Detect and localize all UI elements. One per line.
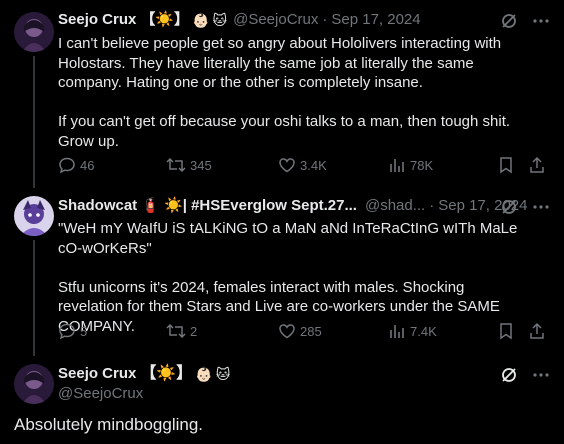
view-count: 78K <box>410 157 434 173</box>
views-button[interactable]: 78K <box>388 156 433 174</box>
tweet-actions: 5 2 285 7.4K <box>58 322 548 342</box>
repost-icon <box>166 322 186 340</box>
baby-emoji: 👶🏻 <box>195 366 213 382</box>
repost-button[interactable]: 345 <box>166 156 212 174</box>
repost-button[interactable]: 2 <box>166 322 197 340</box>
avatar[interactable] <box>14 364 54 404</box>
reply-count: 46 <box>80 157 95 173</box>
share-button[interactable] <box>528 322 546 340</box>
grok-icon[interactable] <box>500 12 518 35</box>
display-name[interactable]: Seejo Crux <box>58 10 136 30</box>
like-count: 285 <box>300 323 322 339</box>
separator: · <box>429 197 435 214</box>
thread-line <box>33 56 35 188</box>
handle[interactable]: @shad... <box>365 196 425 216</box>
reply-icon <box>58 156 76 174</box>
handle[interactable]: @SeejoCrux <box>233 10 318 30</box>
name-badges: 【☀️】 <box>140 365 193 382</box>
handle[interactable]: @SeejoCrux <box>58 384 230 404</box>
tweet-text: "WeH mY WaIfU iS tALKiNG tO a MaN aNd In… <box>58 220 518 335</box>
focused-tweet-text: Absolutely mindboggling. <box>14 415 204 434</box>
bookmark-button[interactable] <box>498 322 514 340</box>
tweet-actions: 46 345 3.4K 78K <box>58 156 548 176</box>
reply-icon <box>58 322 76 340</box>
share-icon <box>528 322 546 340</box>
tweet-header: Shadowcat 🧯 ☀️| #HSEverglow Sept.27... @… <box>58 196 527 216</box>
reply-count: 5 <box>80 323 88 339</box>
bookmark-icon <box>498 322 514 340</box>
views-icon <box>388 156 406 174</box>
grok-icon[interactable] <box>500 198 518 221</box>
repost-count: 345 <box>190 157 212 173</box>
more-icon[interactable] <box>532 12 550 35</box>
display-name[interactable]: Seejo Crux <box>58 364 136 384</box>
repost-icon <box>166 156 186 174</box>
cat-emoji: 🐱 <box>215 366 231 382</box>
tweet-text: I can't believe people get so angry abou… <box>58 35 511 150</box>
display-name[interactable]: Shadowcat <box>58 196 137 216</box>
thread-line <box>33 240 35 356</box>
like-count: 3.4K <box>300 157 327 173</box>
baby-emoji: 👶🏻 <box>192 12 210 28</box>
author-block: Seejo Crux 【☀️】 👶🏻 🐱 @SeejoCrux <box>58 364 230 404</box>
views-button[interactable]: 7.4K <box>388 322 437 340</box>
name-badges: 【☀️】 <box>140 11 190 28</box>
bookmark-icon <box>498 156 514 174</box>
tweet-header: Seejo Crux 【☀️】 👶🏻 🐱 @SeejoCrux · Sep 17… <box>58 10 421 30</box>
reply-button[interactable]: 5 <box>58 322 87 340</box>
like-button[interactable]: 3.4K <box>278 156 327 174</box>
views-icon <box>388 322 406 340</box>
name-badges: 🧯 ☀️| #HSEverglow Sept.27... <box>141 197 357 214</box>
repost-count: 2 <box>190 323 198 339</box>
separator: · <box>322 11 328 28</box>
tweet-shadowcat[interactable]: Shadowcat 🧯 ☀️| #HSEverglow Sept.27... @… <box>0 186 564 356</box>
timestamp[interactable]: Sep 17, 2024 <box>331 10 420 30</box>
cat-emoji: 🐱 <box>212 12 228 28</box>
heart-icon <box>278 322 296 340</box>
grok-icon[interactable] <box>500 366 518 389</box>
like-button[interactable]: 285 <box>278 322 322 340</box>
heart-icon <box>278 156 296 174</box>
reply-button[interactable]: 46 <box>58 156 94 174</box>
more-icon[interactable] <box>532 366 550 389</box>
share-button[interactable] <box>528 156 546 174</box>
bookmark-button[interactable] <box>498 156 514 174</box>
avatar[interactable] <box>14 196 54 236</box>
more-icon[interactable] <box>532 198 550 221</box>
view-count: 7.4K <box>410 323 437 339</box>
tweet-seejo-1[interactable]: Seejo Crux 【☀️】 👶🏻 🐱 @SeejoCrux · Sep 17… <box>0 0 564 188</box>
share-icon <box>528 156 546 174</box>
avatar[interactable] <box>14 12 54 52</box>
